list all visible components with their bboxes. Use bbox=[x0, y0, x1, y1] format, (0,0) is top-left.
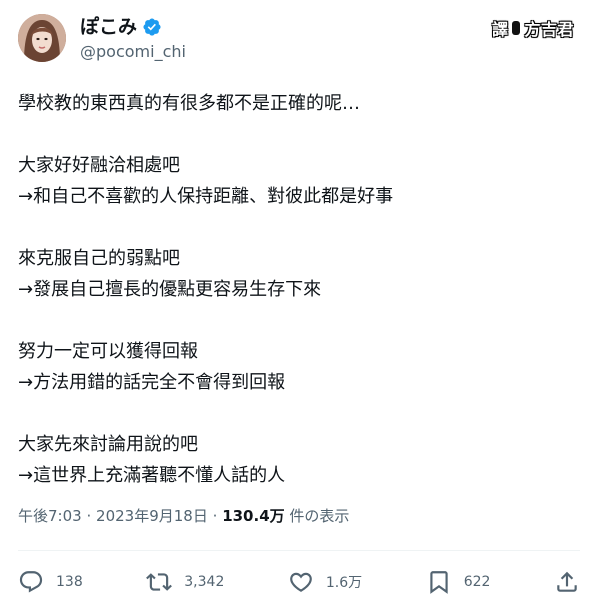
tweet-line: →發展自己擅長的優點更容易生存下來 bbox=[18, 279, 322, 300]
tweet-line: →這世界上充滿著聽不懂人話的人 bbox=[18, 465, 286, 486]
share-icon bbox=[557, 571, 577, 592]
divider bbox=[18, 550, 580, 551]
retweet-count: 3,342 bbox=[184, 574, 225, 590]
tweet-line: 大家好好融洽相處吧 bbox=[18, 155, 180, 176]
heart-icon bbox=[290, 572, 312, 592]
tweet-line: →方法用錯的話完全不會得到回報 bbox=[18, 372, 286, 393]
reply-icon bbox=[19, 571, 43, 593]
tweet-line: 來克服自己的弱點吧 bbox=[18, 248, 180, 269]
tweet-time[interactable]: 午後7:03 bbox=[18, 507, 82, 525]
tweet-line: 努力一定可以獲得回報 bbox=[18, 341, 198, 362]
tweet-meta: 午後7:03 · 2023年9月18日 · 130.4万 件の表示 bbox=[18, 504, 349, 528]
bookmark-button[interactable]: 622 bbox=[426, 569, 491, 595]
views-label: 件の表示 bbox=[289, 507, 350, 525]
meta-separator: · bbox=[212, 507, 218, 525]
watermark-right-text: 方吉君 bbox=[524, 20, 574, 39]
views-count: 130.4万 bbox=[222, 507, 285, 525]
tweet-actions: 138 3,342 1.6万 622 bbox=[18, 562, 580, 602]
meta-separator: · bbox=[86, 507, 92, 525]
verified-badge-icon bbox=[143, 18, 161, 36]
tweet-date[interactable]: 2023年9月18日 bbox=[96, 507, 208, 525]
watermark-left-text: 譯 bbox=[491, 20, 509, 39]
like-button[interactable]: 1.6万 bbox=[288, 569, 362, 595]
watermark-separator bbox=[512, 21, 521, 35]
bookmark-icon bbox=[430, 571, 448, 594]
retweet-button[interactable]: 3,342 bbox=[146, 569, 224, 595]
tweet-header: ぽこみ @pocomi_chi 譯 方吉君 bbox=[18, 12, 580, 64]
reply-count: 138 bbox=[56, 574, 83, 590]
tweet-line: 學校教的東西真的有很多都不是正確的呢… bbox=[18, 93, 360, 114]
avatar[interactable] bbox=[18, 14, 66, 62]
retweet-icon bbox=[146, 573, 173, 591]
author-display-name[interactable]: ぽこみ bbox=[80, 15, 162, 39]
tweet-line: 大家先來討論用說的吧 bbox=[18, 434, 198, 455]
bookmark-count: 622 bbox=[463, 574, 491, 590]
like-count: 1.6万 bbox=[325, 575, 363, 591]
translator-watermark: 譯 方吉君 bbox=[492, 16, 574, 40]
tweet-line: →和自己不喜歡的人保持距離、對彼此都是好事 bbox=[18, 186, 394, 207]
share-button[interactable] bbox=[554, 569, 580, 595]
reply-button[interactable]: 138 bbox=[18, 569, 83, 595]
author-handle[interactable]: @pocomi_chi bbox=[80, 42, 186, 62]
author-name-text[interactable]: ぽこみ bbox=[80, 15, 137, 39]
tweet-text: 學校教的東西真的有很多都不是正確的呢… 大家好好融洽相處吧 →和自己不喜歡的人保… bbox=[18, 88, 580, 491]
